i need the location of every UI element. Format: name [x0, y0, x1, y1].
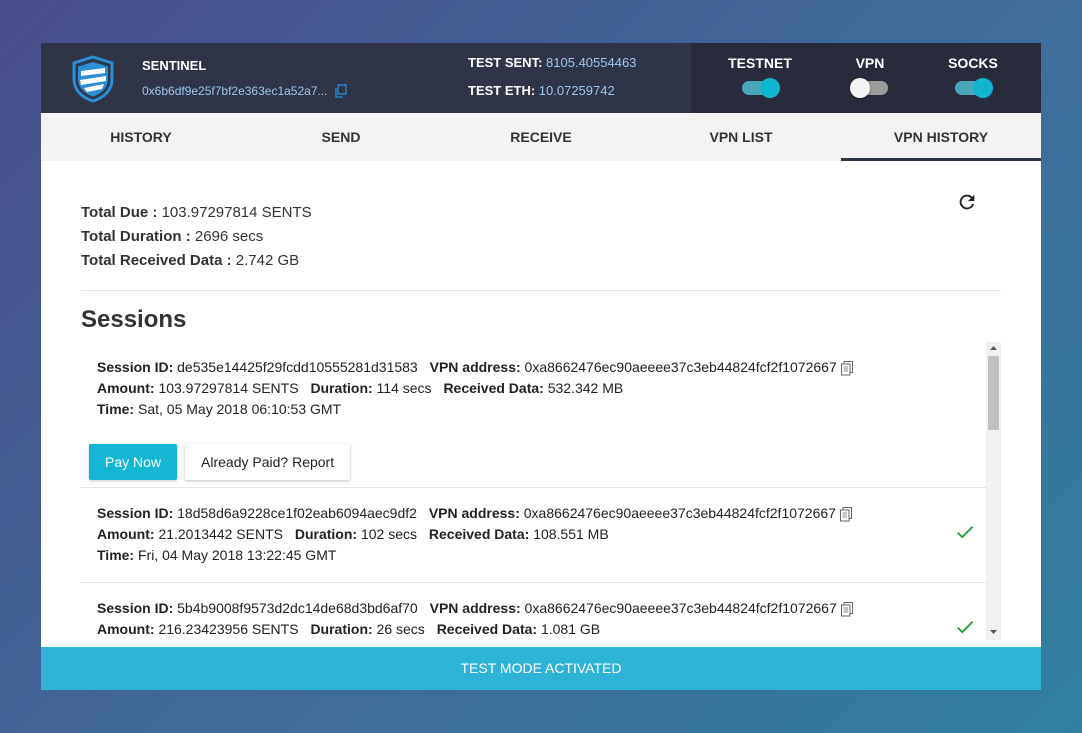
scroll-down-arrow-icon[interactable] — [986, 626, 1001, 638]
copy-icon[interactable] — [839, 360, 855, 376]
sessions-scrollbar[interactable] — [986, 342, 1001, 640]
total-received: Total Received Data : 2.742 GB — [81, 252, 312, 276]
toggle-socks-label: SOCKS — [948, 55, 998, 71]
session-id-label: Session ID: — [97, 505, 174, 521]
vpn-address-value: 0xa8662476ec90aeeee37c3eb44824fcf2f10726… — [523, 505, 836, 521]
paid-check-icon — [957, 526, 974, 539]
refresh-icon[interactable] — [956, 191, 978, 213]
toggle-testnet-label: TESTNET — [728, 55, 792, 71]
session-id-value: 18d58d6a9228ce1f02eab6094aec9df2 — [177, 505, 417, 521]
amount-value: 21.2013442 SENTS — [158, 526, 283, 542]
session-id-label: Session ID: — [97, 600, 174, 616]
tab-vpn-history[interactable]: VPN HISTORY — [841, 113, 1041, 161]
session-id-label: Session ID: — [97, 359, 174, 375]
vpn-address-value: 0xa8662476ec90aeeee37c3eb44824fcf2f10726… — [524, 600, 837, 616]
session-actions: Pay Now Already Paid? Report — [89, 444, 986, 480]
balances: TEST SENT: 8105.40554463 TEST ETH: 10.07… — [468, 56, 636, 112]
toggle-vpn: VPN — [820, 43, 920, 113]
tab-bar: HISTORY SEND RECEIVE VPN LIST VPN HISTOR… — [41, 113, 1041, 161]
total-received-label: Total Received Data : — [81, 252, 232, 269]
session-id-value: de535e14425f29fcdd10555281d31583 — [177, 359, 418, 375]
scroll-up-arrow-icon[interactable] — [986, 342, 1001, 354]
app-window: SENTINEL 0x6b6df9e25f7bf2e363ec1a52a7...… — [41, 43, 1041, 690]
total-due-value: 103.97297814 SENTS — [161, 204, 312, 221]
socks-switch[interactable] — [955, 78, 993, 98]
paid-check-icon — [957, 621, 974, 634]
copy-icon[interactable] — [334, 84, 348, 98]
received-label: Received Data: — [443, 380, 544, 396]
duration-label: Duration: — [294, 526, 358, 542]
received-label: Received Data: — [428, 526, 530, 542]
amount-label: Amount: — [97, 621, 155, 637]
duration-value: 114 secs — [376, 380, 432, 396]
total-duration: Total Duration : 2696 secs — [81, 228, 312, 252]
total-received-value: 2.742 GB — [235, 252, 300, 269]
tab-receive[interactable]: RECEIVE — [441, 113, 641, 161]
received-value: 108.551 MB — [533, 526, 609, 542]
amount-label: Amount: — [97, 380, 155, 396]
duration-value: 26 secs — [376, 621, 425, 637]
session-item: Session ID: de535e14425f29fcdd10555281d3… — [81, 342, 986, 488]
time-value: Fri, 04 May 2018 13:22:45 GMT — [137, 547, 337, 563]
pay-now-button[interactable]: Pay Now — [89, 444, 178, 480]
totals-summary: Total Due : 103.97297814 SENTS Total Dur… — [81, 204, 312, 276]
testnet-switch[interactable] — [742, 78, 780, 98]
header: SENTINEL 0x6b6df9e25f7bf2e363ec1a52a7...… — [41, 43, 1041, 113]
scroll-thumb[interactable] — [988, 356, 999, 430]
total-due-label: Total Due : — [81, 204, 158, 221]
vpn-address-value: 0xa8662476ec90aeeee37c3eb44824fcf2f10726… — [524, 359, 837, 375]
wallet-address-text: 0x6b6df9e25f7bf2e363ec1a52a7... — [142, 84, 328, 98]
sessions-list: Session ID: de535e14425f29fcdd10555281d3… — [81, 342, 1001, 640]
total-duration-label: Total Duration : — [81, 228, 191, 245]
vpn-switch[interactable] — [850, 78, 888, 98]
amount-label: Amount: — [97, 526, 155, 542]
tab-history[interactable]: HISTORY — [41, 113, 241, 161]
test-sent-label: TEST SENT: — [468, 55, 543, 70]
time-label: Time: — [97, 547, 135, 563]
amount-value: 103.97297814 SENTS — [158, 380, 299, 396]
duration-label: Duration: — [310, 621, 373, 637]
sessions-heading: Sessions — [81, 306, 187, 333]
vpn-address-label: VPN address: — [429, 359, 521, 375]
toggles-panel: TESTNET VPN SOCKS — [691, 43, 1041, 113]
vpn-address-label: VPN address: — [428, 505, 520, 521]
received-value: 532.342 MB — [547, 380, 624, 396]
divider — [81, 290, 1001, 291]
received-label: Received Data: — [436, 621, 538, 637]
session-item: Session ID: 5b4b9008f9573d2dc14de68d3bd6… — [81, 583, 986, 640]
test-eth-value: 10.07259742 — [538, 83, 615, 98]
toggle-vpn-label: VPN — [855, 55, 885, 71]
brand-name: SENTINEL — [142, 58, 207, 73]
duration-label: Duration: — [310, 380, 373, 396]
copy-icon[interactable] — [838, 506, 854, 522]
copy-icon[interactable] — [839, 601, 855, 617]
sentinel-shield-logo — [72, 55, 114, 103]
toggle-testnet: TESTNET — [710, 43, 810, 113]
toggle-socks: SOCKS — [923, 43, 1023, 113]
amount-value: 216.23423956 SENTS — [158, 621, 299, 637]
tab-send[interactable]: SEND — [241, 113, 441, 161]
test-sent-value: 8105.40554463 — [546, 55, 637, 70]
time-label: Time: — [97, 401, 135, 417]
session-item: Session ID: 18d58d6a9228ce1f02eab6094aec… — [81, 488, 986, 583]
test-sent-balance: TEST SENT: 8105.40554463 — [468, 56, 636, 84]
duration-value: 102 secs — [360, 526, 418, 542]
test-eth-balance: TEST ETH: 10.07259742 — [468, 84, 636, 112]
already-paid-report-button[interactable]: Already Paid? Report — [185, 444, 351, 480]
session-id-value: 5b4b9008f9573d2dc14de68d3bd6af70 — [177, 600, 418, 616]
time-value: Sat, 05 May 2018 06:10:53 GMT — [137, 401, 342, 417]
vpn-address-label: VPN address: — [429, 600, 521, 616]
wallet-address: 0x6b6df9e25f7bf2e363ec1a52a7... — [142, 84, 348, 98]
tab-vpn-list[interactable]: VPN LIST — [641, 113, 841, 161]
test-mode-banner: TEST MODE ACTIVATED — [41, 647, 1041, 690]
received-value: 1.081 GB — [540, 621, 601, 637]
total-duration-value: 2696 secs — [194, 228, 264, 245]
total-due: Total Due : 103.97297814 SENTS — [81, 204, 312, 228]
test-eth-label: TEST ETH: — [468, 83, 536, 98]
